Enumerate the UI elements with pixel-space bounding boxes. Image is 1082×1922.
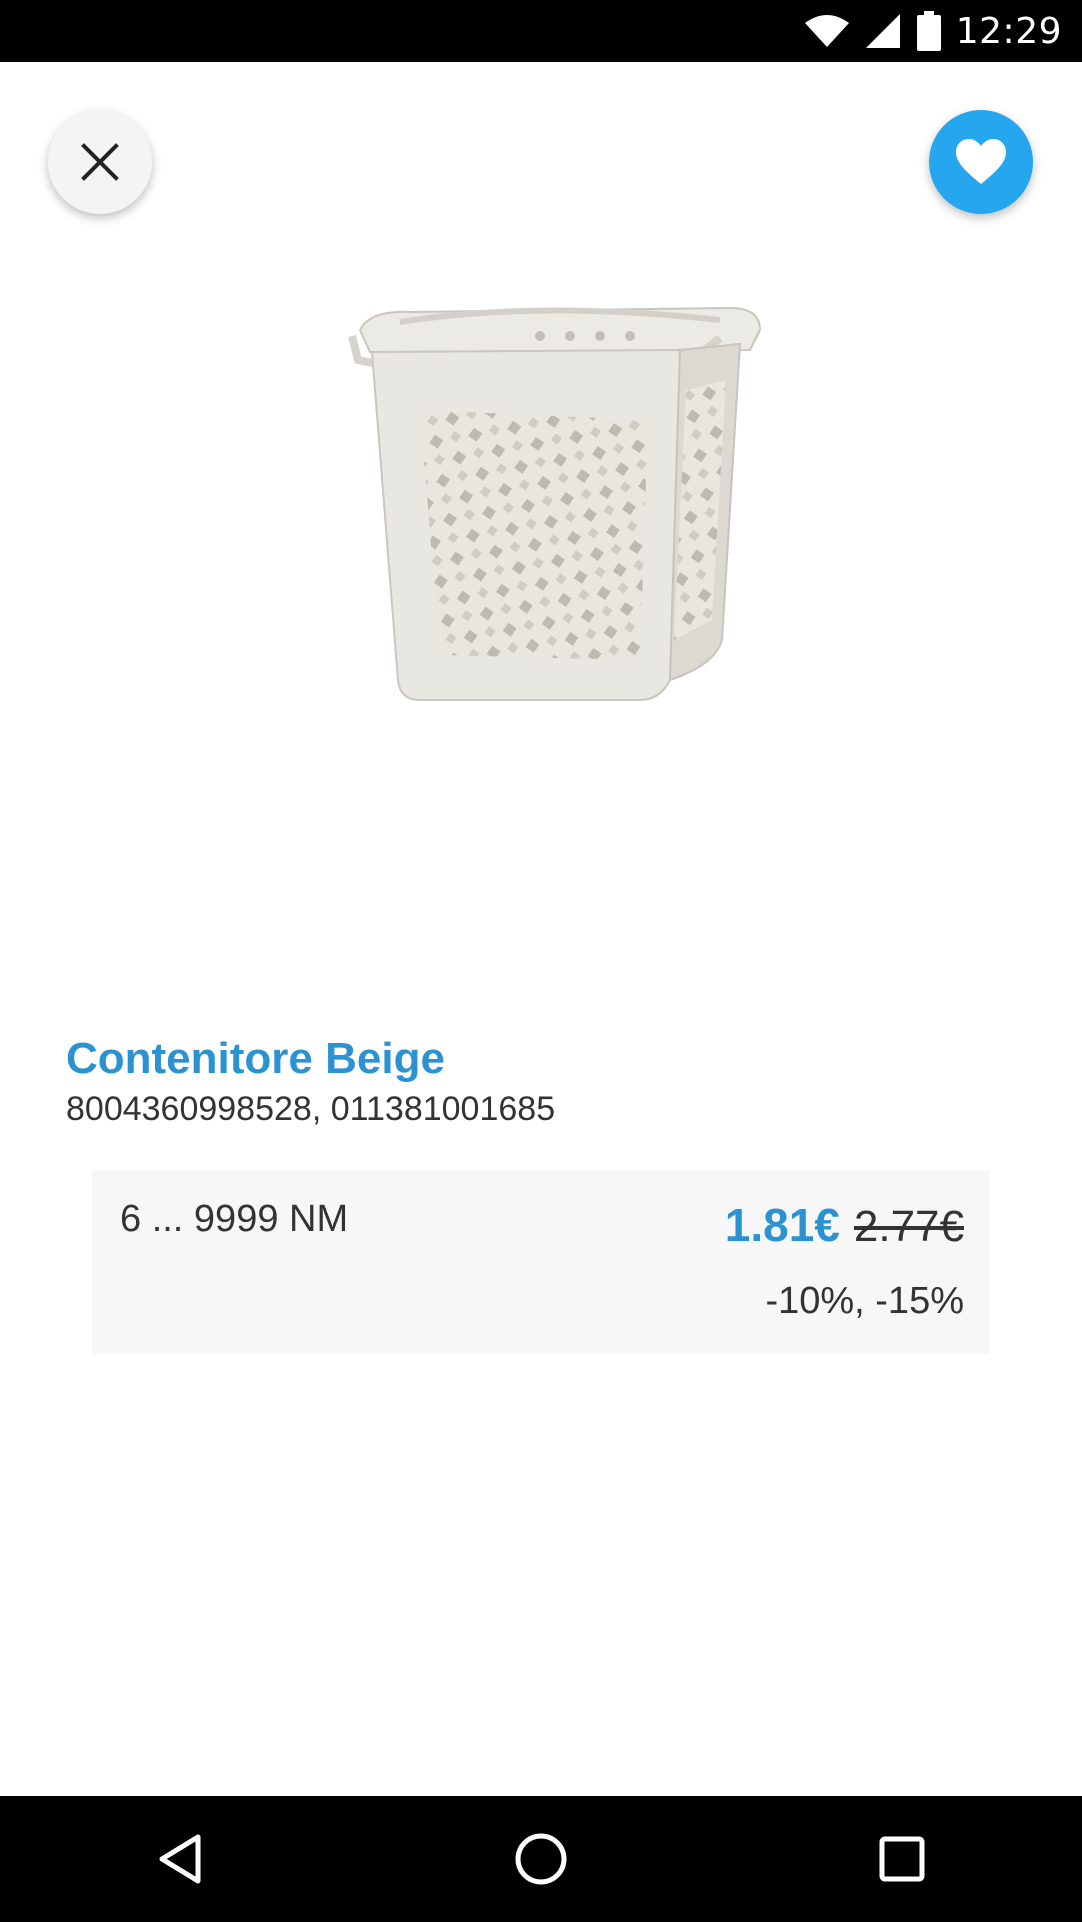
laundry-basket-image <box>348 306 762 701</box>
heart-icon <box>956 139 1006 184</box>
recents-icon <box>879 1836 925 1882</box>
home-button[interactable] <box>481 1799 601 1919</box>
back-icon <box>159 1834 201 1884</box>
old-price: 2.77€ <box>853 1202 964 1251</box>
favorite-button[interactable] <box>929 110 1033 214</box>
signal-icon <box>865 14 900 48</box>
product-barcodes: 8004360998528, 011381001685 <box>66 1090 556 1128</box>
back-button[interactable] <box>120 1799 240 1919</box>
home-icon <box>515 1833 567 1885</box>
close-button[interactable] <box>48 110 152 214</box>
close-icon <box>81 143 119 181</box>
discounts: -10%, -15% <box>765 1280 964 1322</box>
battery-icon <box>916 11 941 51</box>
status-bar: 12:29 <box>0 0 1082 62</box>
status-icons: 12:29 <box>804 0 1062 62</box>
product-image <box>80 240 1000 980</box>
price-card: 6 ... 9999 NM 1.81€ 2.77€ -10%, -15% <box>92 1170 990 1354</box>
quantity-range: 6 ... 9999 NM <box>120 1198 349 1240</box>
price-row: 1.81€ 2.77€ <box>725 1198 964 1252</box>
current-price: 1.81€ <box>724 1199 840 1251</box>
wifi-icon <box>804 15 849 47</box>
recents-button[interactable] <box>842 1799 962 1919</box>
product-title: Contenitore Beige <box>66 1034 445 1083</box>
status-time: 12:29 <box>955 10 1062 52</box>
navigation-bar <box>0 1796 1082 1922</box>
